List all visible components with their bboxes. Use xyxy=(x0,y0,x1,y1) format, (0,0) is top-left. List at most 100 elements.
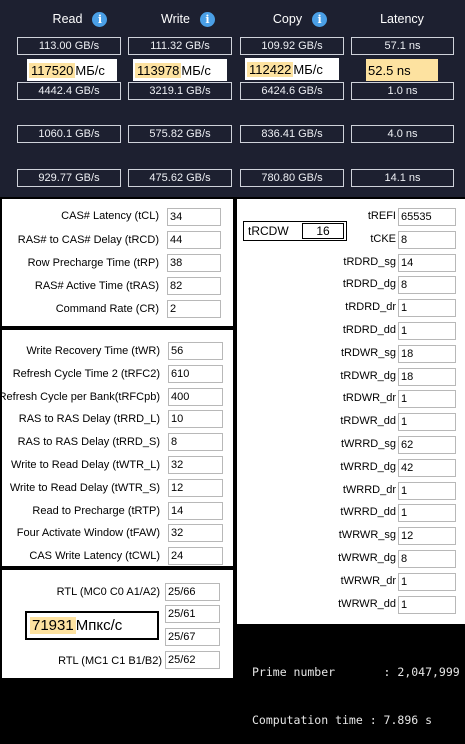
timing-input-trdrd-dd[interactable]: 1 xyxy=(398,322,456,340)
l1-write-value: 3219.1 GB/s xyxy=(128,82,232,100)
timing-label-trdwr-sg: tRDWR_sg xyxy=(340,347,396,359)
trfcpb-input[interactable]: 400 xyxy=(168,388,223,406)
timing-input-twrwr-sg[interactable]: 12 xyxy=(398,527,456,545)
trcd-label: RAS# to CAS# Delay (tRCD) xyxy=(17,234,159,246)
timing-label-twrwr-sg: tWRWR_sg xyxy=(338,529,396,541)
timing-label-trefi: tREFI xyxy=(367,210,396,222)
timing-input-trdrd-dg[interactable]: 8 xyxy=(398,276,456,294)
timing-label-trdrd-dr: tRDRD_dr xyxy=(345,301,396,313)
trfc2-label: Refresh Cycle Time 2 (tRFC2) xyxy=(12,368,160,380)
twtr-s-label: Write to Read Delay (tWTR_S) xyxy=(9,482,160,494)
timing-label-trdrd-dg: tRDRD_dg xyxy=(342,278,396,290)
tfaw-input[interactable]: 32 xyxy=(168,524,223,542)
tcwl-label: CAS Write Latency (tCWL) xyxy=(29,550,160,562)
timing-input-trdrd-sg[interactable]: 14 xyxy=(398,254,456,272)
l3-latency-value: 14.1 ns xyxy=(351,169,454,187)
latency-overlay: 52.5 ns xyxy=(366,59,438,81)
console-line-time: Computation time : 7.896 s xyxy=(252,713,433,727)
read-value: 113.00 GB/s xyxy=(17,37,121,55)
trp-input[interactable]: 38 xyxy=(167,254,221,272)
timing-input-twrwr-dg[interactable]: 8 xyxy=(398,550,456,568)
trrd-s-label: RAS to RAS Delay (tRRD_S) xyxy=(17,436,160,448)
twtr-s-input[interactable]: 12 xyxy=(168,479,223,497)
l3-write-value: 475.62 GB/s xyxy=(128,169,232,187)
rtl-mc0-b-input[interactable]: 25/61 xyxy=(165,605,220,623)
cr-label: Command Rate (CR) xyxy=(55,303,159,315)
timing-input-twrwr-dd[interactable]: 1 xyxy=(398,596,456,614)
rtl-mc1-a-input[interactable]: 25/67 xyxy=(165,628,220,646)
tras-label: RAS# Active Time (tRAS) xyxy=(34,280,159,292)
trrd-s-input[interactable]: 8 xyxy=(168,433,223,451)
l2-read-value: 1060.1 GB/s xyxy=(17,125,121,143)
twtr-l-label: Write to Read Delay (tWTR_L) xyxy=(11,459,160,471)
l2-latency-value: 4.0 ns xyxy=(351,125,454,143)
write-overlay-value: 113978 xyxy=(135,62,182,78)
info-icon[interactable]: i xyxy=(199,11,215,27)
info-icon[interactable]: i xyxy=(92,11,108,27)
copy-overlay-value: 112422 xyxy=(247,61,294,77)
trcd-input[interactable]: 44 xyxy=(167,231,221,249)
write-overlay-unit: МБ/с xyxy=(181,62,211,78)
rtl-mc0-label: RTL (MC0 C0 A1/A2) xyxy=(56,586,160,598)
timing-label-twrwr-dr: tWRWR_dr xyxy=(340,575,396,587)
timing-label-trdwr-dd: tRDWR_dd xyxy=(340,415,396,427)
trcdw-label: tRCDW xyxy=(248,224,289,238)
read-overlay: 117520 МБ/с xyxy=(27,59,117,81)
timing-input-trefi[interactable]: 65535 xyxy=(398,208,456,226)
fps-overlay: 71931 Мпкс/с xyxy=(27,613,157,638)
timing-input-trdwr-dg[interactable]: 18 xyxy=(398,368,456,386)
timing-label-twrrd-dg: tWRRD_dg xyxy=(340,461,396,473)
trrd-l-input[interactable]: 10 xyxy=(168,410,223,428)
trcdw-value[interactable]: 16 xyxy=(302,223,344,239)
twr-input[interactable]: 56 xyxy=(168,342,223,360)
timing-label-twrrd-dd: tWRRD_dd xyxy=(340,506,396,518)
cr-input[interactable]: 2 xyxy=(167,300,221,318)
timing-input-trdrd-dr[interactable]: 1 xyxy=(398,299,456,317)
benchmark-panel: Read i Write i Copy i Latency 113.00 GB/… xyxy=(0,0,465,197)
l2-copy-value: 836.41 GB/s xyxy=(240,125,344,143)
copy-overlay: 112422 МБ/с xyxy=(245,58,339,80)
rtl-mc0-a-input[interactable]: 25/66 xyxy=(165,583,220,601)
timing-input-trdwr-dd[interactable]: 1 xyxy=(398,413,456,431)
tcl-input[interactable]: 34 xyxy=(167,208,221,226)
read-overlay-value: 117520 xyxy=(29,62,76,78)
timing-input-twrrd-dg[interactable]: 42 xyxy=(398,459,456,477)
copy-header: Copy i xyxy=(250,11,350,27)
timing-label-twrrd-sg: tWRRD_sg xyxy=(340,438,396,450)
latency-header-label: Latency xyxy=(380,12,424,26)
write-value: 111.32 GB/s xyxy=(128,37,232,55)
rtl-mc1-label: RTL (MC1 C1 B1/B2) xyxy=(58,655,162,667)
timing-input-twrrd-sg[interactable]: 62 xyxy=(398,436,456,454)
timing-label-trdwr-dr: tRDWR_dr xyxy=(342,392,396,404)
trfc2-input[interactable]: 610 xyxy=(168,365,223,383)
write-header: Write i xyxy=(138,11,238,27)
latency-value: 57.1 ns xyxy=(351,37,454,55)
timing-input-trdwr-dr[interactable]: 1 xyxy=(398,390,456,408)
timing-label-twrwr-dd: tWRWR_dd xyxy=(338,598,396,610)
read-header: Read i xyxy=(30,11,130,27)
trcdw-overlay: tRCDW 16 xyxy=(243,221,347,241)
timing-input-twrwr-dr[interactable]: 1 xyxy=(398,573,456,591)
l1-read-value: 4442.4 GB/s xyxy=(17,82,121,100)
trtp-input[interactable]: 14 xyxy=(168,502,223,520)
twtr-l-input[interactable]: 32 xyxy=(168,456,223,474)
timing-input-twrrd-dd[interactable]: 1 xyxy=(398,504,456,522)
timing-input-trdwr-sg[interactable]: 18 xyxy=(398,345,456,363)
write-overlay: 113978 МБ/с xyxy=(133,59,227,81)
latency-overlay-value: 52.5 ns xyxy=(368,62,411,78)
write-header-label: Write xyxy=(161,12,190,26)
fps-overlay-frame: 71931 Мпкс/с xyxy=(25,611,159,640)
tcwl-input[interactable]: 24 xyxy=(168,547,223,565)
rtl-mc1-b-input[interactable]: 25/62 xyxy=(165,651,220,669)
l1-latency-value: 1.0 ns xyxy=(351,82,454,100)
timing-input-tcke[interactable]: 8 xyxy=(398,231,456,249)
info-icon[interactable]: i xyxy=(312,11,328,27)
trfcpb-label: Refresh Cycle per Bank(tRFCpb) xyxy=(0,391,160,403)
tras-input[interactable]: 82 xyxy=(167,277,221,295)
l1-copy-value: 6424.6 GB/s xyxy=(240,82,344,100)
tcl-label: CAS# Latency (tCL) xyxy=(61,210,159,222)
timing-label-tcke: tCKE xyxy=(370,233,396,245)
timing-input-twrrd-dr[interactable]: 1 xyxy=(398,482,456,500)
timing-label-trdrd-dd: tRDRD_dd xyxy=(342,324,396,336)
read-overlay-unit: МБ/с xyxy=(75,62,105,78)
